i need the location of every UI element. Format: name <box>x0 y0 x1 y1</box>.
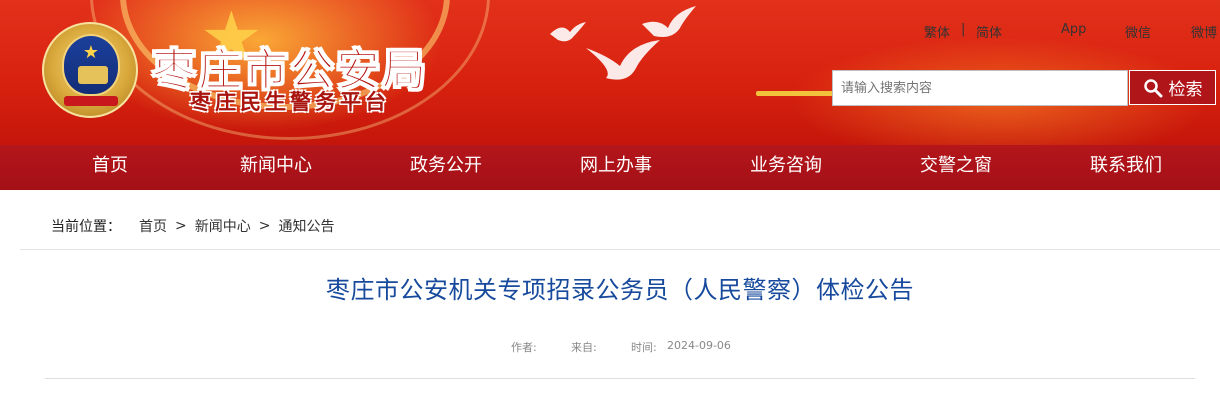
content-divider <box>45 378 1195 379</box>
weibo-link[interactable]: 微博 <box>1191 22 1217 41</box>
breadcrumb-item-home[interactable]: 首页 <box>139 216 167 236</box>
nav-item-traffic-police[interactable]: 交警之窗 <box>871 145 1041 190</box>
nav-item-online-services[interactable]: 网上办事 <box>531 145 701 190</box>
breadcrumb-label: 当前位置： <box>51 218 121 235</box>
search-input[interactable] <box>832 70 1128 106</box>
top-links: 繁体 | 简体 App 微信 微博 <box>0 22 1220 42</box>
search-icon <box>1143 78 1162 97</box>
breadcrumb: 当前位置： 首页 > 新闻中心 > 通知公告 <box>20 210 1220 250</box>
author-label: 作者: <box>511 341 537 354</box>
breadcrumb-item-news-center[interactable]: 新闻中心 <box>195 216 251 236</box>
nav-item-contact-us[interactable]: 联系我们 <box>1041 145 1211 190</box>
top-link-separator: | <box>961 22 966 37</box>
traditional-chinese-link[interactable]: 繁体 <box>924 22 950 41</box>
simplified-chinese-link[interactable]: 简体 <box>976 22 1002 41</box>
site-subtitle: 枣庄民生警务平台 <box>190 90 390 114</box>
breadcrumb-separator: > <box>258 217 271 234</box>
breadcrumb-separator: > <box>175 217 187 234</box>
nav-item-home[interactable]: 首页 <box>54 145 166 190</box>
dove-icon <box>586 40 660 80</box>
header-banner: ★ ★ 枣庄市公安局 枣庄民生警务平台 繁体 | 简体 App 微信 微博 检索 <box>0 0 1220 145</box>
publish-date: 2024-09-06 <box>667 339 731 352</box>
search-button-label: 检索 <box>1168 80 1203 100</box>
breadcrumb-item-notices[interactable]: 通知公告 <box>278 216 334 236</box>
wechat-link[interactable]: 微信 <box>1125 22 1151 41</box>
source-label: 来自: <box>571 341 597 354</box>
nav-item-government-affairs[interactable]: 政务公开 <box>361 145 531 190</box>
app-link[interactable]: App <box>1061 22 1086 37</box>
time-label: 时间: <box>631 341 657 354</box>
article-title: 枣庄市公安机关专项招录公务员（人民警察）体检公告 <box>326 276 914 304</box>
nav-item-news-center[interactable]: 新闻中心 <box>191 145 361 190</box>
search-button[interactable]: 检索 <box>1129 70 1216 105</box>
nav-item-business-consulting[interactable]: 业务咨询 <box>701 145 871 190</box>
main-nav: 首页 新闻中心 政务公开 网上办事 业务咨询 交警之窗 联系我们 <box>0 145 1220 190</box>
